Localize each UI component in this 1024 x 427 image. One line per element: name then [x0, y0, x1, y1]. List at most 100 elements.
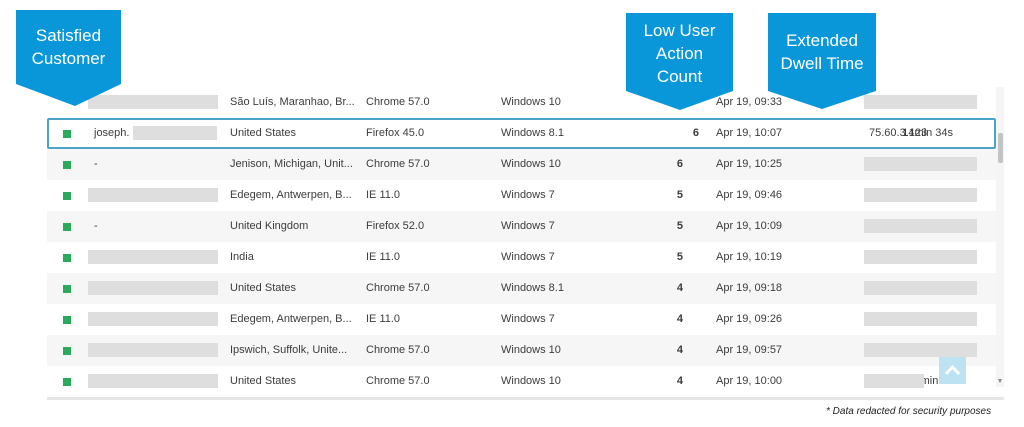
time-cell: Apr 19, 09:57	[716, 344, 783, 356]
os-cell: Windows 7	[501, 189, 555, 201]
status-icon	[63, 316, 71, 324]
redacted-user	[88, 343, 218, 357]
actions-cell: 5	[676, 251, 683, 263]
time-cell: Apr 19, 10:07	[716, 127, 783, 139]
os-cell: Windows 10	[501, 344, 561, 356]
time-cell: Apr 19, 10:00	[716, 375, 783, 387]
browser-cell: IE 11.0	[366, 189, 401, 201]
status-icon	[63, 130, 71, 138]
actions-cell: 5	[676, 220, 683, 232]
time-cell: Apr 19, 10:19	[716, 251, 783, 263]
callout-text-line: Count	[656, 67, 703, 86]
status-icon	[63, 378, 71, 386]
callout-text-line: Low User	[643, 21, 716, 40]
table-row-selected[interactable]: joseph. United States Firefox 45.0 Windo…	[47, 118, 996, 149]
actions-cell: 4	[676, 282, 683, 294]
redacted-user	[88, 374, 218, 388]
browser-cell: IE 11.0	[366, 313, 401, 325]
browser-cell: Chrome 57.0	[366, 375, 430, 387]
redacted-ip	[864, 343, 977, 357]
redacted-ip	[864, 219, 977, 233]
redacted-ip	[864, 312, 977, 326]
table-row[interactable]: United States Chrome 57.0 Windows 8.1 4 …	[47, 273, 996, 304]
status-icon	[63, 161, 71, 169]
os-cell: Windows 7	[501, 251, 555, 263]
status-icon	[63, 223, 71, 231]
location-cell: São Luís, Maranhao, Br...	[230, 96, 355, 108]
callout-text-line: Action	[655, 44, 704, 63]
callout-pointer	[16, 84, 121, 106]
low-action-count-callout: Low User Action Count	[626, 13, 733, 110]
table-row[interactable]: Edegem, Antwerpen, B... IE 11.0 Windows …	[47, 180, 996, 211]
redacted-ip	[864, 281, 977, 295]
callout-text-line: Dwell Time	[780, 54, 864, 73]
user-cell: joseph.	[94, 127, 130, 139]
actions-cell: 4	[676, 375, 683, 387]
user-cell: -	[94, 158, 98, 170]
callout-text: Satisfied Customer	[31, 26, 106, 68]
redacted-user	[88, 312, 218, 326]
os-cell: Windows 7	[501, 313, 555, 325]
redacted-user	[88, 188, 218, 202]
location-cell: Edegem, Antwerpen, B...	[230, 189, 352, 201]
time-cell: Apr 19, 10:25	[716, 158, 783, 170]
callout-pointer	[626, 91, 733, 110]
user-cell: -	[94, 220, 98, 232]
redacted-ip	[864, 157, 977, 171]
vertical-scrollbar[interactable]	[996, 87, 1004, 387]
os-cell: Windows 10	[501, 96, 561, 108]
location-cell: Jenison, Michigan, Unit...	[230, 158, 353, 170]
satisfied-customer-callout: Satisfied Customer	[16, 10, 121, 106]
browser-cell: Chrome 57.0	[366, 344, 430, 356]
location-cell: United States	[230, 127, 297, 139]
redacted-ip	[864, 188, 977, 202]
table-row[interactable]: India IE 11.0 Windows 7 5 Apr 19, 10:19 …	[47, 242, 996, 273]
status-icon	[63, 285, 71, 293]
browser-cell: Chrome 57.0	[366, 282, 430, 294]
ip-cell: 75.60.3.123	[869, 127, 928, 139]
actions-cell: 5	[676, 189, 683, 201]
horizontal-scrollbar-track[interactable]	[47, 397, 1004, 400]
chevron-up-icon	[944, 364, 961, 376]
status-icon	[63, 254, 71, 262]
table-row[interactable]: United States Chrome 57.0 Windows 10 4 A…	[47, 366, 996, 397]
status-icon	[63, 347, 71, 355]
browser-cell: Firefox 52.0	[366, 220, 425, 232]
actions-cell: 6	[676, 158, 683, 170]
callout-pointer	[768, 91, 876, 109]
browser-cell: Firefox 45.0	[366, 127, 425, 139]
extended-dwell-time-callout: Extended Dwell Time	[768, 13, 876, 109]
redacted-ip	[864, 95, 977, 109]
location-cell: United States	[230, 282, 297, 294]
browser-cell: IE 11.0	[366, 251, 401, 263]
scrollbar-thumb[interactable]	[998, 133, 1003, 163]
location-cell: United States	[230, 375, 297, 387]
os-cell: Windows 8.1	[501, 282, 564, 294]
actions-cell: 6	[692, 127, 699, 139]
table-row[interactable]: Ipswich, Suffolk, Unite... Chrome 57.0 W…	[47, 335, 996, 366]
time-cell: Apr 19, 09:18	[716, 282, 783, 294]
actions-cell: 4	[676, 344, 683, 356]
scroll-down-arrow-icon[interactable]: ▼	[996, 377, 1004, 387]
time-cell: Apr 19, 09:46	[716, 189, 783, 201]
browser-cell: Chrome 57.0	[366, 96, 430, 108]
table-row[interactable]: - Jenison, Michigan, Unit... Chrome 57.0…	[47, 149, 996, 180]
footnote: * Data redacted for security purposes	[826, 406, 992, 417]
table-row[interactable]: - United Kingdom Firefox 52.0 Windows 7 …	[47, 211, 996, 242]
table-row[interactable]: Edegem, Antwerpen, B... IE 11.0 Windows …	[47, 304, 996, 335]
location-cell: India	[230, 251, 254, 263]
redacted-user	[88, 281, 218, 295]
os-cell: Windows 10	[501, 375, 561, 387]
scroll-to-top-button[interactable]	[939, 357, 966, 384]
time-cell: Apr 19, 09:26	[716, 313, 783, 325]
sessions-table: São Luís, Maranhao, Br... Chrome 57.0 Wi…	[47, 87, 996, 397]
browser-cell: Chrome 57.0	[366, 158, 430, 170]
redacted-ip	[864, 250, 977, 264]
location-cell: Edegem, Antwerpen, B...	[230, 313, 352, 325]
status-icon	[63, 192, 71, 200]
os-cell: Windows 7	[501, 220, 555, 232]
location-cell: Ipswich, Suffolk, Unite...	[230, 344, 348, 356]
time-cell: Apr 19, 10:09	[716, 220, 783, 232]
os-cell: Windows 10	[501, 158, 561, 170]
actions-cell: 4	[676, 313, 683, 325]
